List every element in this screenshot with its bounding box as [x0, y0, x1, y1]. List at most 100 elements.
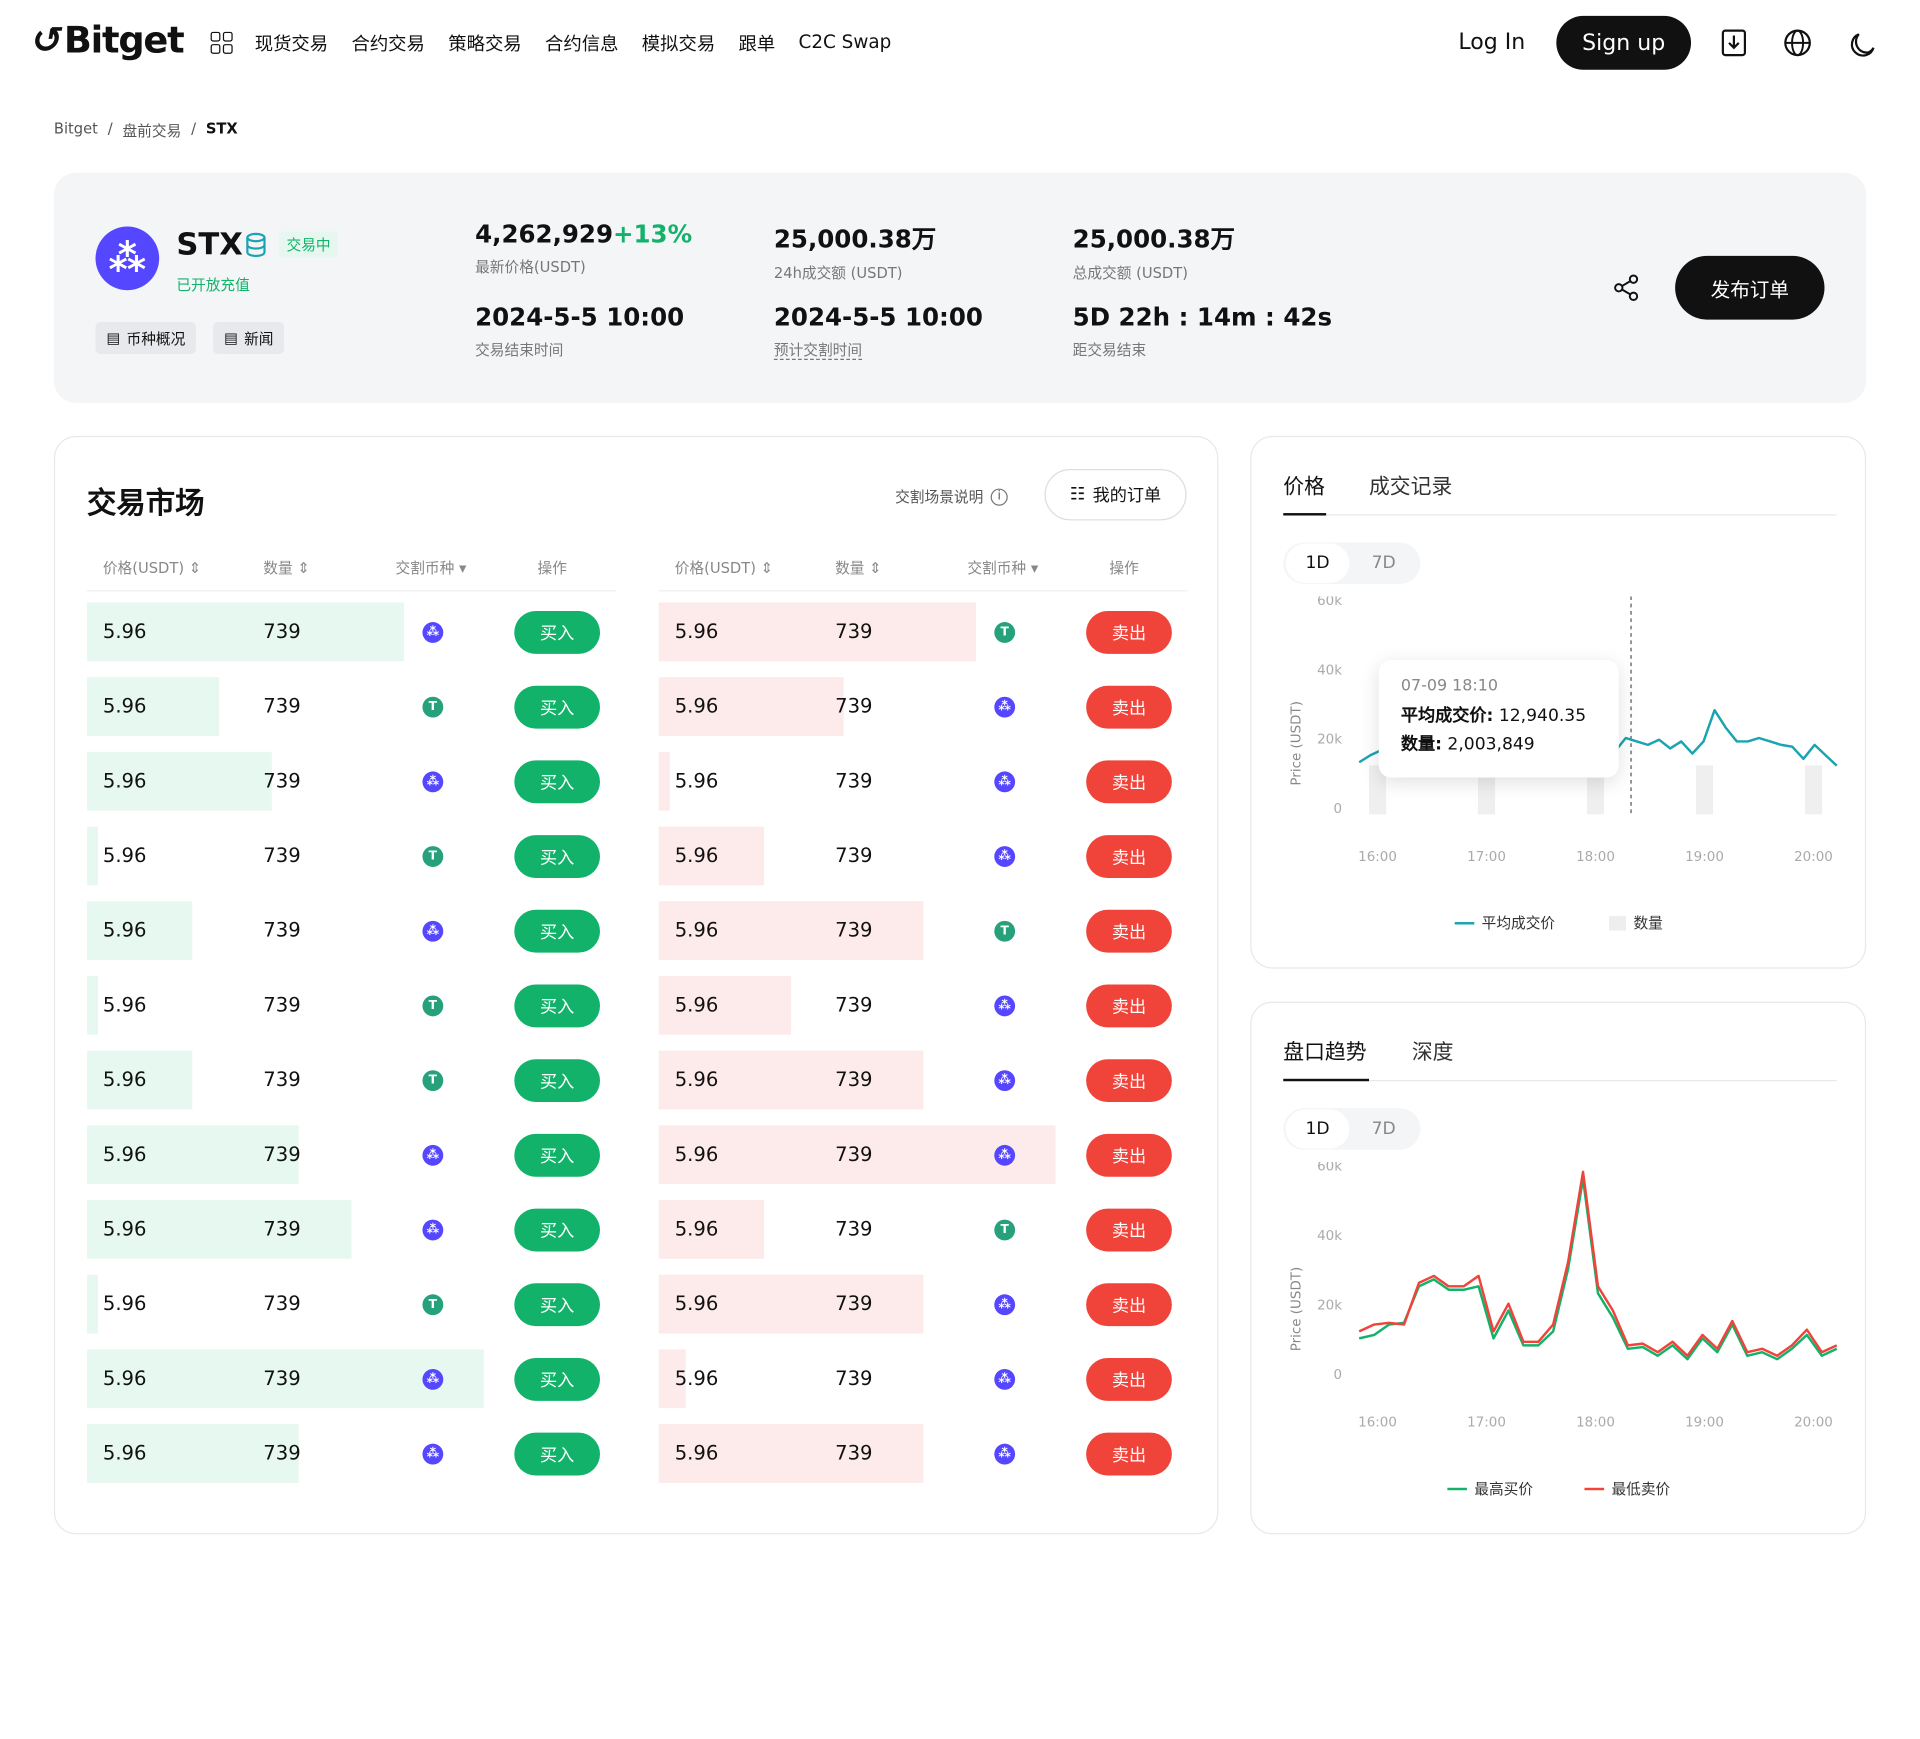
tab-order-trend[interactable]: 盘口趋势 [1283, 1035, 1366, 1065]
tab-price[interactable]: 价格 [1283, 469, 1325, 499]
sell-button[interactable]: 卖出 [1086, 984, 1172, 1028]
sell-button[interactable]: 卖出 [1086, 760, 1172, 804]
dark-mode-icon[interactable] [1847, 27, 1879, 59]
active-tab-indicator [1283, 513, 1327, 516]
breadcrumb-premarket[interactable]: 盘前交易 [122, 120, 181, 141]
publish-order-button[interactable]: 发布订单 [1675, 255, 1825, 320]
buy-button[interactable]: 买入 [514, 1133, 601, 1177]
stx-logo-icon: ⁂ [95, 226, 160, 291]
header-token[interactable]: 交割币种 ▾ [967, 557, 1038, 578]
buy-button[interactable]: 买入 [514, 835, 601, 878]
login-link[interactable]: Log In [1458, 29, 1525, 55]
y-tick-label: 0 [1333, 1368, 1342, 1383]
sell-button[interactable]: 卖出 [1086, 685, 1172, 729]
buy-button[interactable]: 买入 [514, 760, 601, 804]
order-qty: 739 [835, 843, 873, 867]
y-tick-label: 20k [1317, 733, 1342, 748]
legend-best-bid[interactable]: 最高买价 [1447, 1478, 1533, 1499]
buy-button[interactable]: 买入 [514, 685, 601, 729]
buy-order-row: 5.96 739 ⁂ 买入 [86, 1200, 616, 1259]
sell-button[interactable]: 卖出 [1086, 1133, 1172, 1177]
order-price: 5.96 [674, 1291, 719, 1316]
nav-item-demo[interactable]: 模拟交易 [642, 31, 715, 57]
sell-order-row: 5.96 739 ⁂ 卖出 [658, 1349, 1188, 1409]
sell-button[interactable]: 卖出 [1086, 1059, 1172, 1103]
y-tick-label: 40k [1317, 1229, 1342, 1244]
my-orders-button[interactable]: ☷ 我的订单 [1044, 468, 1187, 521]
stx-token-icon: ⁂ [422, 771, 444, 793]
buy-button[interactable]: 买入 [514, 984, 601, 1028]
range-7d[interactable]: 7D [1352, 544, 1416, 583]
range-1d[interactable]: 1D [1285, 1109, 1350, 1149]
info-icon: i [990, 487, 1008, 506]
tab-trade-history[interactable]: 成交记录 [1369, 469, 1452, 499]
bitget-logo[interactable]: ↺ Bitget [28, 20, 185, 63]
range-7d[interactable]: 7D [1352, 1109, 1416, 1148]
share-icon[interactable] [1611, 273, 1640, 302]
stx-token-icon: ⁂ [994, 1294, 1016, 1316]
legend-avg-price[interactable]: 平均成交价 [1454, 912, 1555, 933]
stx-token-icon: ⁂ [994, 1368, 1016, 1390]
buy-button[interactable]: 买入 [514, 909, 601, 953]
market-title: 交易市场 [86, 486, 205, 521]
order-qty: 739 [263, 1291, 301, 1316]
order-price: 5.96 [674, 1441, 719, 1465]
sell-order-row: 5.96 739 T 卖出 [658, 901, 1188, 961]
header-price[interactable]: 价格(USDT) ⇕ [675, 557, 773, 578]
buy-button[interactable]: 买入 [514, 1059, 601, 1103]
token-header-card: ⁂ STX 交易中 已开放充值 ▤ 币种概况 ▤ 新闻 4,262,929+13% 最… [53, 172, 1867, 403]
overview-chip[interactable]: ▤ 币种概况 [95, 322, 197, 354]
stx-token-icon: ⁂ [422, 1144, 444, 1166]
sell-button[interactable]: 卖出 [1086, 909, 1172, 953]
sell-button[interactable]: 卖出 [1086, 835, 1172, 878]
buy-order-row: 5.96 739 T 买入 [86, 1274, 616, 1334]
buy-button[interactable]: 买入 [514, 1208, 601, 1252]
stx-token-icon: ⁂ [994, 995, 1016, 1017]
sell-button[interactable]: 卖出 [1086, 1357, 1172, 1401]
header-qty[interactable]: 数量 ⇕ [835, 557, 881, 578]
order-qty: 739 [835, 993, 873, 1017]
nav-item-strategy[interactable]: 策略交易 [448, 31, 521, 57]
x-tick-label: 16:00 [1358, 1416, 1397, 1431]
delivery-info-link[interactable]: 交割场景说明 i [895, 486, 1008, 507]
buy-button[interactable]: 买入 [514, 1432, 601, 1476]
order-price: 5.96 [674, 1366, 719, 1390]
order-trend-chart[interactable]: 0 20k 40k 60k Price (USDT) 16:00 17:00 18:00 19:… [1251, 1162, 1867, 1456]
sell-button[interactable]: 卖出 [1086, 1208, 1172, 1252]
buy-order-row: 5.96 739 T 买入 [86, 826, 616, 886]
legend-swatch [1454, 921, 1475, 924]
order-qty: 739 [263, 918, 301, 942]
x-tick-label: 17:00 [1467, 850, 1506, 865]
sell-button[interactable]: 卖出 [1086, 1283, 1172, 1327]
stat-delivery-time: 2024-5-5 10:00 预计交割时间 [773, 302, 983, 361]
apps-grid-icon[interactable] [210, 31, 233, 54]
sell-button[interactable]: 卖出 [1086, 611, 1172, 654]
sell-order-row: 5.96 739 ⁂ 卖出 [658, 1424, 1188, 1483]
header-action: 操作 [1109, 559, 1139, 577]
tab-depth[interactable]: 深度 [1412, 1035, 1454, 1065]
news-chip[interactable]: ▤ 新闻 [213, 322, 285, 354]
header-price[interactable]: 价格(USDT) ⇕ [103, 557, 201, 578]
nav-item-copy[interactable]: 跟单 [738, 31, 775, 57]
buy-button[interactable]: 买入 [514, 1283, 601, 1327]
order-qty: 739 [835, 1142, 873, 1166]
signup-button[interactable]: Sign up [1556, 15, 1692, 70]
nav-item-contract-info[interactable]: 合约信息 [545, 31, 618, 57]
legend-best-ask[interactable]: 最低卖价 [1584, 1478, 1670, 1499]
nav-item-spot[interactable]: 现货交易 [255, 31, 328, 57]
sell-order-row: 5.96 739 ⁂ 卖出 [658, 975, 1188, 1035]
buy-button[interactable]: 买入 [514, 1357, 601, 1401]
buy-button[interactable]: 买入 [514, 611, 601, 654]
range-1d[interactable]: 1D [1285, 543, 1350, 583]
top-nav: ↺ Bitget 现货交易 合约交易 策略交易 合约信息 模拟交易 跟单 C2C … [0, 0, 1920, 86]
download-icon[interactable] [1718, 27, 1750, 59]
header-token[interactable]: 交割币种 ▾ [396, 557, 467, 578]
legend-volume[interactable]: 数量 [1608, 912, 1663, 933]
nav-item-c2c-swap[interactable]: C2C Swap [798, 31, 891, 57]
nav-item-futures[interactable]: 合约交易 [351, 31, 424, 57]
stx-token-icon: ⁂ [994, 1144, 1016, 1166]
breadcrumb-home[interactable]: Bitget [54, 120, 98, 141]
globe-icon[interactable] [1782, 27, 1814, 59]
sell-button[interactable]: 卖出 [1086, 1432, 1172, 1476]
header-qty[interactable]: 数量 ⇕ [263, 557, 309, 578]
